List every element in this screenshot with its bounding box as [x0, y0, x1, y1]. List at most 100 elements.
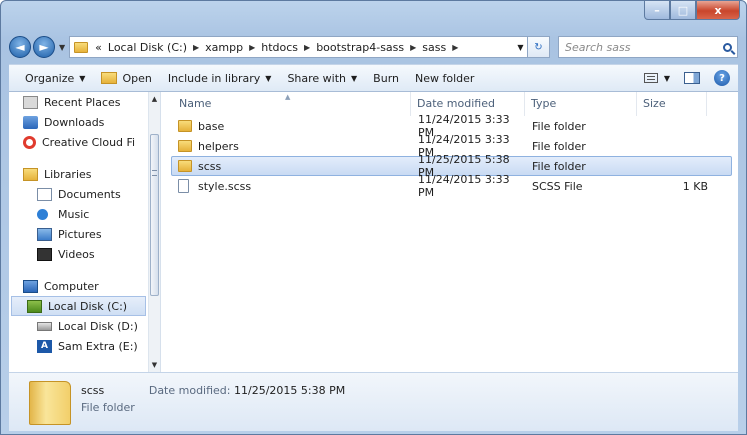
file-type: SCSS File: [532, 179, 583, 193]
search-placeholder: Search sass: [565, 40, 631, 54]
file-name: scss: [198, 159, 222, 173]
local-disk-icon: [27, 299, 42, 313]
file-type: File folder: [532, 139, 586, 153]
file-name: helpers: [198, 139, 239, 153]
share-with-button[interactable]: Share with ▼: [279, 72, 365, 85]
refresh-button[interactable]: ↻: [528, 36, 550, 58]
music-icon: [37, 208, 48, 220]
chevron-down-icon: ▼: [351, 73, 358, 83]
chevron-down-icon: ▼: [265, 73, 272, 83]
videos-icon: [37, 247, 52, 261]
back-button[interactable]: ◄: [9, 36, 31, 58]
nav-item-local-disk-d[interactable]: Local Disk (D:): [9, 316, 160, 336]
details-modified: Date modified: 11/25/2015 5:38 PM: [149, 381, 345, 431]
open-folder-icon: [101, 72, 118, 84]
nav-label: Sam Extra (E:): [58, 339, 138, 353]
nav-label: Computer: [44, 279, 99, 293]
nav-item-libraries[interactable]: Libraries: [9, 164, 160, 184]
file-type: File folder: [532, 159, 586, 173]
breadcrumb-bootstrap4-sass[interactable]: bootstrap4-sass: [313, 41, 407, 54]
help-icon[interactable]: ?: [714, 70, 730, 86]
file-name: base: [198, 119, 225, 133]
large-folder-icon: [29, 381, 71, 425]
nav-item-creative-cloud[interactable]: Creative Cloud Fi: [9, 132, 160, 152]
burn-label: Burn: [373, 71, 399, 85]
creative-cloud-icon: [23, 135, 36, 149]
nav-item-sam-extra-e[interactable]: A Sam Extra (E:): [9, 336, 160, 356]
file-type: File folder: [532, 119, 586, 133]
address-dropdown-icon[interactable]: ▼: [513, 43, 527, 52]
file-date: 11/24/2015 3:33 PM: [418, 173, 510, 199]
nav-item-pictures[interactable]: Pictures: [9, 224, 160, 244]
chevron-right-icon[interactable]: ▶: [449, 43, 461, 52]
maximize-button[interactable]: □: [670, 1, 696, 20]
details-name: scss: [81, 384, 105, 397]
address-row: ◄ ► ▼ « Local Disk (C:) ▶ xampp ▶ htdocs ▶ …: [9, 35, 738, 59]
breadcrumb-htdocs[interactable]: htdocs: [258, 41, 301, 54]
scroll-up-icon[interactable]: ▲: [149, 92, 160, 106]
include-in-library-button[interactable]: Include in library ▼: [160, 72, 280, 85]
nav-item-computer[interactable]: Computer: [9, 276, 160, 296]
column-header-date[interactable]: Date modified: [411, 92, 525, 116]
nav-label: Pictures: [58, 227, 102, 241]
file-row[interactable]: style.scss 11/24/2015 3:33 PM SCSS File …: [171, 173, 732, 199]
chevron-right-icon[interactable]: ▶: [246, 43, 258, 52]
nav-label: Music: [58, 207, 90, 221]
column-headers: ▲ Name Date modified Type Size: [161, 92, 738, 116]
nav-item-documents[interactable]: Documents: [9, 184, 160, 204]
address-bar[interactable]: « Local Disk (C:) ▶ xampp ▶ htdocs ▶ bootst…: [69, 36, 528, 58]
nav-item-videos[interactable]: Videos: [9, 244, 160, 264]
open-label: Open: [122, 71, 152, 85]
sort-ascending-icon: ▲: [285, 93, 291, 101]
minimize-button[interactable]: –: [644, 1, 670, 20]
view-options-icon: [643, 73, 658, 83]
command-bar: Organize ▼ Open Include in library ▼ Share…: [9, 64, 738, 92]
new-folder-button[interactable]: New folder: [407, 72, 482, 85]
chevron-right-icon[interactable]: ▶: [301, 43, 313, 52]
chevron-down-icon: ▼: [79, 73, 86, 83]
nav-item-recent-places[interactable]: Recent Places: [9, 92, 160, 112]
burn-button[interactable]: Burn: [365, 72, 407, 85]
nav-item-music[interactable]: Music: [9, 204, 160, 224]
search-input[interactable]: Search sass: [558, 36, 738, 58]
details-type: File folder: [81, 401, 135, 414]
column-header-size[interactable]: Size: [637, 92, 707, 116]
file-name: style.scss: [198, 179, 252, 193]
chevron-right-icon[interactable]: ▶: [190, 43, 202, 52]
libraries-icon: [23, 167, 38, 181]
breadcrumb: « Local Disk (C:) ▶ xampp ▶ htdocs ▶ bootst…: [92, 41, 461, 54]
include-in-library-label: Include in library: [167, 71, 261, 85]
details-pane: scss File folder Date modified: 11/25/20…: [9, 373, 738, 431]
scrollbar-grip-icon: [152, 170, 157, 176]
nav-label: Recent Places: [44, 95, 121, 109]
breadcrumb-sass[interactable]: sass: [419, 41, 449, 54]
breadcrumb-overflow[interactable]: «: [92, 41, 105, 54]
recent-pages-dropdown[interactable]: ▼: [59, 43, 65, 52]
forward-button[interactable]: ►: [33, 36, 55, 58]
search-icon[interactable]: [723, 42, 732, 52]
nav-item-local-disk-c[interactable]: Local Disk (C:): [11, 296, 146, 316]
breadcrumb-xampp[interactable]: xampp: [202, 41, 246, 54]
nav-scrollbar[interactable]: ▲ ▼: [148, 92, 160, 372]
nav-label: Videos: [58, 247, 95, 261]
computer-icon: [23, 279, 38, 293]
nav-item-downloads[interactable]: Downloads: [9, 112, 160, 132]
documents-icon: [37, 187, 52, 201]
local-disk-icon: [37, 321, 52, 331]
preview-pane-icon[interactable]: [684, 72, 700, 84]
navigation-pane: Recent Places Downloads Creative Cloud F…: [9, 92, 161, 372]
column-header-type[interactable]: Type: [525, 92, 637, 116]
new-folder-label: New folder: [415, 71, 475, 85]
breadcrumb-local-disk-c[interactable]: Local Disk (C:): [105, 41, 190, 54]
nav-label: Libraries: [44, 167, 92, 181]
chevron-right-icon[interactable]: ▶: [407, 43, 419, 52]
change-view-button[interactable]: ▼: [643, 73, 670, 83]
pictures-icon: [37, 227, 52, 241]
scroll-down-icon[interactable]: ▼: [149, 358, 160, 372]
folder-icon: [178, 140, 192, 152]
close-button[interactable]: x: [696, 1, 740, 20]
scrollbar-thumb[interactable]: [150, 134, 159, 296]
organize-button[interactable]: Organize ▼: [17, 72, 93, 85]
folder-icon: [74, 41, 89, 53]
open-button[interactable]: Open: [93, 72, 159, 85]
